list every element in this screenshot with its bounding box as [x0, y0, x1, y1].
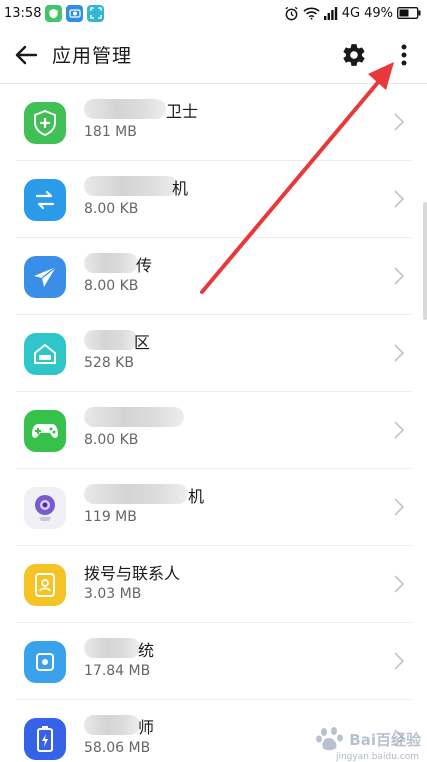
shield-notification-icon: [45, 4, 63, 22]
app-list-item[interactable]: 机 8.00 KB: [0, 161, 427, 238]
watermark-url: jingyan.baidu.com: [335, 752, 419, 762]
baidu-watermark: Bai百经验: [315, 726, 421, 752]
camera-bot-icon: [24, 487, 66, 529]
settings-button[interactable]: [336, 37, 372, 73]
app-name: 统: [138, 641, 155, 660]
app-name: 卫士: [166, 102, 199, 121]
chevron-right-icon: [394, 190, 405, 208]
page-title: 应用管理: [52, 45, 133, 67]
app-list-item[interactable]: 8.00 KB: [0, 392, 427, 469]
chevron-right-icon: [394, 344, 405, 362]
app-name: 机: [172, 179, 189, 198]
app-name: 区: [134, 333, 151, 352]
scan-notification-icon: [87, 4, 105, 22]
app-name: 拨号与联系人: [84, 564, 181, 583]
camera-notification-icon: [66, 4, 84, 22]
blurred-name-region: [84, 176, 178, 196]
blurred-name-region: [84, 330, 138, 350]
more-options-button[interactable]: [388, 37, 420, 73]
app-name: 传: [136, 256, 153, 275]
app-name: 机: [188, 487, 205, 506]
battery-icon: [24, 718, 66, 760]
system-chip-icon: [24, 641, 66, 683]
arrow-left-icon: [15, 45, 37, 64]
app-bar: 应用管理: [0, 26, 427, 84]
app-size: 58.06 MB: [84, 740, 151, 756]
app-size: 3.03 MB: [84, 586, 142, 602]
gear-icon: [343, 44, 365, 66]
app-size: 8.00 KB: [84, 201, 139, 217]
chevron-right-icon: [394, 421, 405, 439]
shield-plus-icon: [24, 102, 66, 144]
chevron-right-icon: [394, 113, 405, 131]
app-size: 8.00 KB: [84, 432, 139, 448]
watermark-text: Bai百经验: [349, 730, 421, 749]
blurred-name-region: [84, 638, 140, 658]
blurred-name-region: [84, 484, 188, 504]
gamepad-icon: [24, 410, 66, 452]
transfer-arrows-icon: [24, 179, 66, 221]
blurred-name-region: [84, 715, 140, 735]
app-name: 师: [138, 718, 155, 737]
app-size: 181 MB: [84, 124, 137, 140]
back-button[interactable]: [0, 26, 52, 84]
battery-percent: 49%: [364, 5, 393, 21]
app-list-item[interactable]: 区 528 KB: [0, 315, 427, 392]
contact-person-icon: [24, 564, 66, 606]
chevron-right-icon: [394, 267, 405, 285]
app-list-item[interactable]: 拨号与联系人 3.03 MB: [0, 546, 427, 623]
baidu-paw-logo: [316, 727, 344, 751]
app-size: 528 KB: [84, 355, 134, 371]
app-size: 17.84 MB: [84, 663, 151, 679]
app-list-item[interactable]: 传 8.00 KB: [0, 238, 427, 315]
signal-icon: [323, 6, 338, 20]
chevron-right-icon: [394, 575, 405, 593]
battery-status-icon: [397, 7, 421, 19]
wifi-icon: [303, 6, 320, 20]
paper-plane-icon: [24, 256, 66, 298]
network-type: 4G: [341, 5, 361, 21]
app-list-item[interactable]: 统 17.84 MB: [0, 623, 427, 700]
app-size: 8.00 KB: [84, 278, 139, 294]
blurred-name-region: [84, 253, 138, 273]
scroll-indicator[interactable]: [423, 202, 427, 320]
chevron-right-icon: [394, 498, 405, 516]
app-list-item[interactable]: 机 119 MB: [0, 469, 427, 546]
home-360-icon: [24, 333, 66, 375]
app-size: 119 MB: [84, 509, 137, 525]
blurred-name-region: [84, 407, 184, 427]
app-list-item[interactable]: 卫士 181 MB: [0, 84, 427, 161]
blurred-name-region: [84, 99, 166, 119]
app-list: 卫士 181 MB 机 8.00 KB 传 8.00 KB 区 528 KB 8…: [0, 84, 427, 762]
clock: 13:58: [4, 5, 42, 21]
chevron-right-icon: [394, 652, 405, 670]
alarm-icon: [284, 6, 299, 21]
more-vertical-icon: [401, 44, 407, 66]
status-bar: 13:58 4G 49%: [0, 0, 427, 26]
